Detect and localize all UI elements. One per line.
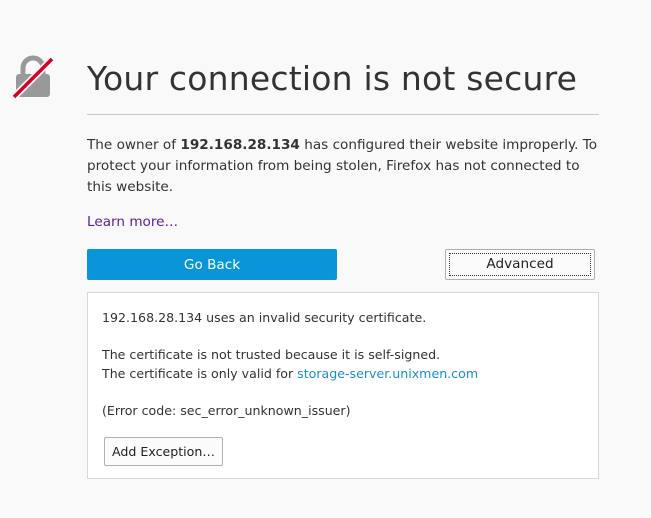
go-back-button[interactable]: Go Back [87,249,337,280]
learn-more-link[interactable]: Learn more… [87,212,178,232]
valid-for-prefix: The certificate is only valid for [102,366,298,381]
broken-lock-icon [12,55,54,99]
description-prefix: The owner of [87,137,181,153]
invalid-cert-message: 192.168.28.134 uses an invalid security … [102,310,427,325]
error-description: The owner of 192.168.28.134 has configur… [87,135,607,198]
add-exception-button[interactable]: Add Exception… [104,437,223,466]
valid-for-message: The certificate is only valid for storag… [102,364,584,383]
host-name: 192.168.28.134 [180,137,300,153]
page-title: Your connection is not secure [87,59,578,98]
advanced-panel: 192.168.28.134 uses an invalid security … [87,292,599,479]
title-divider [87,114,599,115]
error-page: Your connection is not secure The owner … [0,0,651,518]
cert-domain-link[interactable]: storage-server.unixmen.com [297,366,478,381]
error-code: (Error code: sec_error_unknown_issuer) [102,403,351,418]
advanced-button[interactable]: Advanced [445,249,595,280]
self-signed-message: The certificate is not trusted because i… [102,347,441,362]
advanced-button-label: Advanced [486,256,554,272]
